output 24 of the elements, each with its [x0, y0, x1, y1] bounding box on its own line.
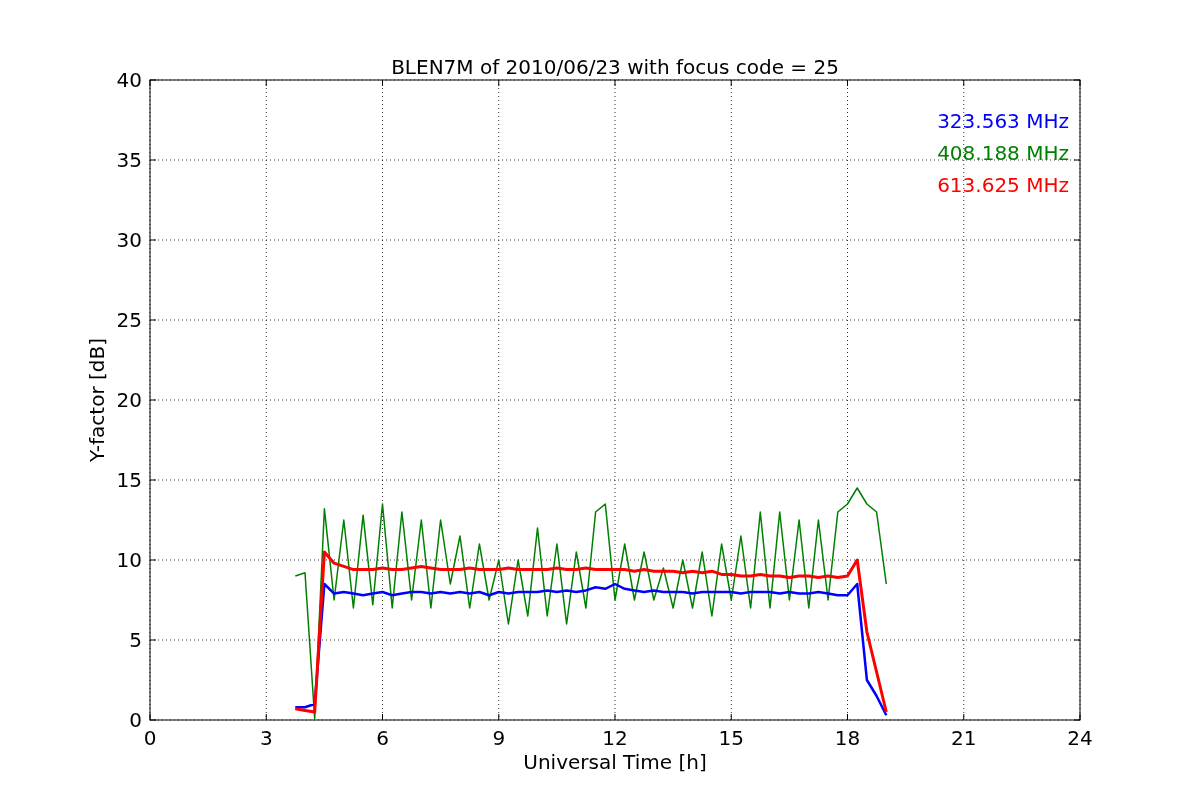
legend-label: 323.563 MHz — [937, 109, 1069, 133]
y-tick-label: 20 — [116, 388, 142, 412]
x-tick-label: 24 — [1067, 726, 1093, 750]
y-axis-label: Y-factor [dB] — [85, 338, 109, 462]
chart-title: BLEN7M of 2010/06/23 with focus code = 25 — [391, 55, 839, 79]
x-tick-label: 9 — [492, 726, 506, 750]
y-tick-label: 30 — [116, 228, 142, 252]
x-tick-label: 0 — [143, 726, 157, 750]
y-tick-label: 0 — [129, 708, 142, 732]
y-tick-label: 25 — [116, 308, 142, 332]
y-tick-label: 5 — [129, 628, 142, 652]
x-tick-label: 15 — [718, 726, 744, 750]
legend-label: 613.625 MHz — [937, 173, 1069, 197]
x-tick-label: 18 — [834, 726, 861, 750]
y-tick-label: 40 — [116, 68, 142, 92]
y-tick-label: 35 — [116, 148, 142, 172]
x-axis-label: Universal Time [h] — [523, 750, 707, 774]
x-tick-label: 3 — [259, 726, 273, 750]
x-tick-label: 21 — [951, 726, 977, 750]
legend-label: 408.188 MHz — [937, 141, 1069, 165]
y-tick-label: 10 — [116, 548, 142, 572]
y-tick-label: 15 — [116, 468, 142, 492]
x-tick-label: 6 — [376, 726, 389, 750]
x-tick-label: 12 — [602, 726, 628, 750]
